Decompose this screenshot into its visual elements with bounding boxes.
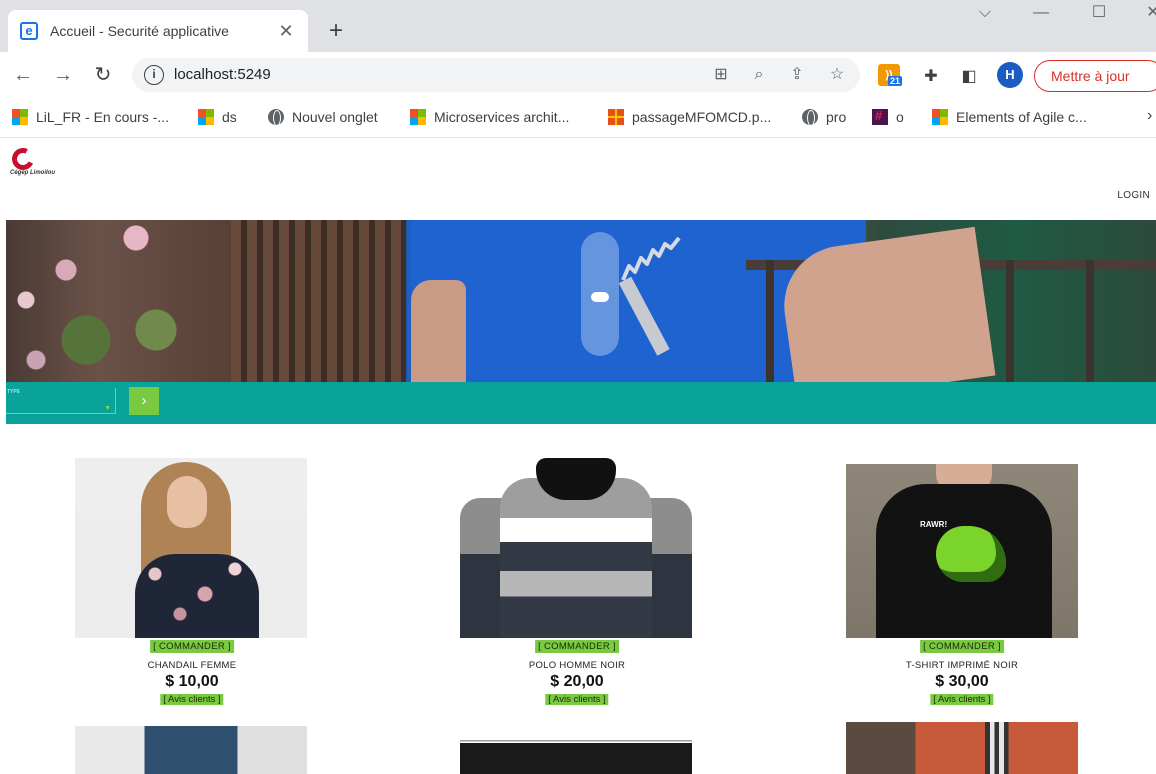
bookmark-label: pro — [826, 109, 847, 125]
bookmark-ds[interactable]: ds — [198, 107, 237, 127]
extension-badge: 21 — [888, 76, 903, 86]
polo-body-shape — [500, 478, 652, 638]
bookmark-lil-fr[interactable]: LiL_FR - En cours -... — [12, 107, 169, 127]
microsoft-icon — [12, 109, 28, 125]
address-url[interactable]: localhost:5249 — [174, 66, 271, 83]
product-card: [ COMMANDER ] POLO HOMME NOIR $ 20,00 [ … — [457, 458, 697, 718]
reviews-button[interactable]: [ Avis clients ] — [160, 694, 224, 705]
browser-tab[interactable]: e Accueil - Securité applicative ✕ — [8, 10, 308, 52]
globe-icon — [268, 109, 284, 126]
sleeve-shape — [460, 498, 502, 638]
tab-search-icon[interactable]: ⌵ — [960, 0, 1010, 30]
web-page: Cégep Limoilou LOGIN TYPE ▼ › [ COMMANDE… — [6, 138, 1156, 774]
login-link[interactable]: LOGIN — [1117, 190, 1150, 201]
reviews-button[interactable]: [ Avis clients ] — [930, 694, 994, 705]
bookmark-pro[interactable]: pro — [802, 107, 846, 127]
corkscrew-icon — [621, 236, 681, 281]
cegep-c-icon — [8, 144, 38, 174]
update-button[interactable]: Mettre à jour — [1034, 60, 1156, 92]
bookmark-o[interactable]: o — [872, 107, 904, 127]
product-image[interactable] — [460, 736, 692, 774]
cegep-logo[interactable]: Cégep Limoilou — [8, 144, 70, 182]
reload-icon[interactable]: ↻ — [88, 60, 118, 90]
profile-avatar[interactable]: H — [997, 62, 1023, 88]
maximize-icon[interactable]: ☐ — [1074, 0, 1124, 30]
microsoft-icon — [932, 109, 948, 125]
logo-text: Cégep Limoilou — [10, 170, 55, 176]
reviews-button[interactable]: [ Avis clients ] — [545, 694, 609, 705]
product-name: T-SHIRT IMPRIMÉ NOIR — [905, 660, 1019, 671]
search-go-button[interactable]: › — [129, 387, 159, 415]
type-label: TYPE — [7, 389, 21, 395]
product-price: $ 30,00 — [935, 673, 989, 690]
order-button[interactable]: [ COMMANDER ] — [535, 640, 619, 653]
close-window-icon[interactable]: ✕ — [1128, 0, 1156, 30]
bookmark-nouvel-onglet[interactable]: Nouvel onglet — [268, 107, 378, 127]
bookmarks-more-icon[interactable]: › — [1147, 107, 1152, 125]
order-button[interactable]: [ COMMANDER ] — [920, 640, 1004, 653]
pdf-icon — [608, 109, 624, 125]
arm-left — [411, 280, 466, 382]
product-price: $ 20,00 — [550, 673, 604, 690]
bookmark-agile[interactable]: Elements of Agile c... — [932, 107, 1087, 127]
product-image[interactable] — [846, 722, 1078, 774]
bookmark-label: o — [896, 109, 904, 125]
shirt-print-text: RAWR! — [920, 520, 948, 529]
microsoft-icon — [410, 109, 426, 125]
bookmark-label: LiL_FR - En cours -... — [36, 109, 170, 125]
hero-banner — [6, 220, 1156, 382]
forward-arrow-icon[interactable]: → — [48, 60, 78, 90]
browser-toolbar: ← → ↻ i localhost:5249 ⊞ ⌕ ⇪ ☆ )) ✚ ◧ — [0, 52, 1156, 98]
chevron-down-icon: ▼ — [104, 405, 111, 412]
product-price: $ 10,00 — [165, 673, 219, 690]
globe-icon — [802, 109, 818, 126]
product-card: RAWR! [ COMMANDER ] T-SHIRT IMPRIMÉ NOIR… — [842, 458, 1082, 718]
bookmark-microservices[interactable]: Microservices archit... — [410, 107, 569, 127]
site-favicon-icon: e — [20, 22, 38, 40]
bookmark-star-icon[interactable]: ☆ — [826, 64, 848, 86]
tab-strip: e Accueil - Securité applicative ✕ + ⌵ —… — [0, 0, 1156, 52]
fence-decoration — [231, 220, 406, 382]
product-image[interactable]: RAWR! — [846, 464, 1078, 638]
bookmark-label: passageMFOMCD.p... — [632, 109, 772, 125]
floral-top-shape — [135, 554, 259, 638]
bookmarks-bar: LiL_FR - En cours -... ds Nouvel onglet … — [0, 98, 1156, 138]
microsoft-icon — [198, 109, 214, 125]
sleeve-shape — [650, 498, 692, 638]
flowers-decoration — [6, 220, 186, 382]
tab-title: Accueil - Securité applicative — [50, 23, 229, 39]
new-tab-button[interactable]: + — [322, 17, 350, 45]
collar-shape — [536, 458, 616, 500]
site-info-icon[interactable]: i — [144, 65, 164, 85]
face-shape — [167, 476, 207, 528]
bookmark-passage-pdf[interactable]: passageMFOMCD.p... — [608, 107, 771, 127]
product-name: CHANDAIL FEMME — [147, 660, 237, 671]
bookmark-label: Nouvel onglet — [292, 109, 378, 125]
order-button[interactable]: [ COMMANDER ] — [150, 640, 234, 653]
share-icon[interactable]: ⇪ — [786, 64, 808, 86]
type-select[interactable]: TYPE ▼ — [6, 388, 116, 414]
product-image[interactable] — [75, 726, 307, 774]
address-bar[interactable]: i localhost:5249 ⊞ ⌕ ⇪ ☆ — [132, 58, 860, 92]
search-bar: TYPE ▼ › — [6, 382, 1156, 424]
side-panel-icon[interactable]: ◧ — [958, 66, 980, 88]
product-image[interactable] — [75, 458, 307, 638]
bookmark-label: Microservices archit... — [434, 109, 570, 125]
product-image[interactable] — [460, 458, 692, 638]
minimize-icon[interactable]: — — [1016, 0, 1066, 30]
extensions-puzzle-icon[interactable]: ✚ — [920, 66, 942, 88]
product-card: [ COMMANDER ] CHANDAIL FEMME $ 10,00 [ A… — [72, 458, 312, 718]
zoom-icon[interactable]: ⌕ — [748, 64, 770, 86]
back-arrow-icon[interactable]: ← — [8, 60, 38, 90]
bookmark-label: Elements of Agile c... — [956, 109, 1087, 125]
product-name: POLO HOMME NOIR — [528, 660, 626, 671]
translate-icon[interactable]: ⊞ — [710, 64, 732, 86]
cloud-icon — [591, 292, 609, 302]
close-tab-icon[interactable]: ✕ — [276, 21, 296, 42]
bookmark-label: ds — [222, 109, 237, 125]
slack-icon — [872, 108, 888, 125]
